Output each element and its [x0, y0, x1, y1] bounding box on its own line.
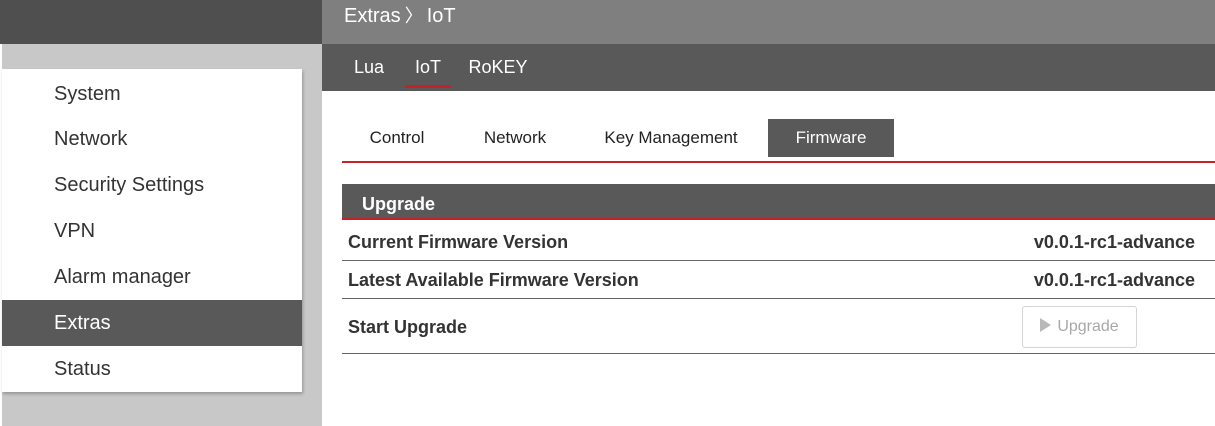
subnav-tab-lua[interactable]: Lua [344, 44, 394, 91]
sidebar-item-alarm-manager[interactable]: Alarm manager [2, 254, 302, 300]
sidebar-item-vpn[interactable]: VPN [2, 208, 302, 254]
tab-control[interactable]: Control [352, 119, 442, 157]
breadcrumb-current: IoT [426, 5, 456, 27]
sidebar-item-extras[interactable]: Extras [2, 300, 302, 346]
sidebar-item-network[interactable]: Network [2, 116, 302, 162]
row-value: v0.0.1-rc1-advance [1033, 232, 1195, 252]
sidebar-item-status[interactable]: Status [2, 346, 302, 392]
sidebar-item-system[interactable]: System [2, 69, 302, 116]
subnav-tab-rokey[interactable]: RoKEY [465, 44, 531, 91]
tab-firmware[interactable]: Firmware [768, 119, 894, 157]
tab-key-management[interactable]: Key Management [590, 119, 752, 157]
subnav-tab-iot[interactable]: IoT [405, 44, 451, 91]
tabs-underline [342, 161, 1215, 163]
sidebar-item-security-settings[interactable]: Security Settings [2, 162, 302, 208]
table-row-current-firmware: Current Firmware Version v0.0.1-rc1-adva… [342, 222, 1215, 261]
breadcrumb-parent[interactable]: Extras [344, 5, 401, 27]
sidebar-menu: System Network Security Settings VPN Ala… [2, 69, 302, 392]
sidebar-top-bar [0, 0, 322, 44]
main-content: Control Network Key Management Firmware … [322, 91, 1215, 426]
play-icon [1040, 318, 1052, 332]
row-value: v0.0.1-rc1-advance [1033, 270, 1195, 290]
upgrade-button[interactable]: Upgrade [1022, 306, 1137, 348]
subnav-bar: Lua IoT RoKEY [322, 44, 1215, 91]
row-label: Start Upgrade [348, 317, 468, 337]
section-title-upgrade: Upgrade [342, 184, 1215, 220]
table-row-latest-firmware: Latest Available Firmware Version v0.0.1… [342, 261, 1215, 299]
breadcrumb-separator-icon: 〉 [404, 6, 423, 26]
row-label: Current Firmware Version [348, 232, 569, 252]
row-label: Latest Available Firmware Version [348, 270, 639, 290]
tab-network[interactable]: Network [468, 119, 562, 157]
breadcrumb: Extras 〉 IoT [322, 0, 1215, 44]
upgrade-button-label: Upgrade [1057, 318, 1119, 335]
